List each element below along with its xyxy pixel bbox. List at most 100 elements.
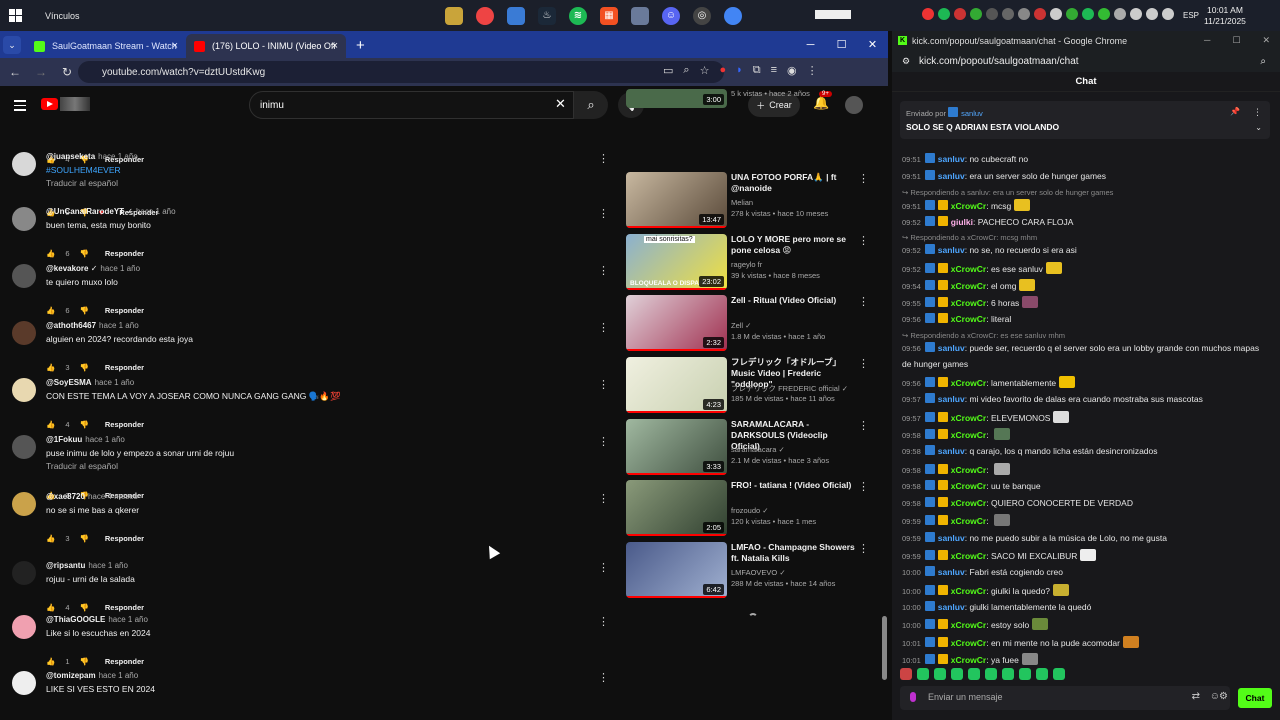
like-icon[interactable]: 👍 <box>46 657 55 666</box>
extensions-puzzle-icon[interactable]: ⧉ <box>753 64 761 77</box>
video-title[interactable]: LOLO Y MORE pero more se pone celosa 😡 <box>731 234 857 256</box>
spotify-tray-icon[interactable] <box>938 8 950 20</box>
chevron-down-icon[interactable]: ⌄ <box>1255 123 1262 132</box>
chat-username[interactable]: sanluv <box>938 533 965 543</box>
chat-username[interactable]: xCrowCr <box>951 638 986 648</box>
chat-emote[interactable] <box>1021 652 1038 665</box>
chat-emote[interactable] <box>1022 296 1039 309</box>
tray-icon[interactable] <box>1002 8 1014 20</box>
youtube-doodle-logo[interactable] <box>60 97 90 111</box>
clear-search-icon[interactable]: ✕ <box>555 96 566 112</box>
chat-username[interactable]: sanluv <box>938 245 965 255</box>
tray-icon[interactable] <box>986 8 998 20</box>
related-video[interactable]: 2:32 Zell - Ritual (Video Oficial) Zell ✓ 1… <box>626 295 869 353</box>
video-channel[interactable]: Zell ✓ <box>731 321 751 330</box>
dislike-icon[interactable]: 👎 <box>80 657 89 666</box>
dislike-icon[interactable]: 👎 <box>80 603 89 612</box>
extension-icon[interactable]: ● <box>719 64 726 77</box>
discord-icon[interactable]: ☺ <box>662 6 680 25</box>
video-channel[interactable]: LMFAOVEVO ✓ <box>731 568 786 577</box>
related-video[interactable]: 3:33 SARAMALACARA - DARKSOULS (Videoclip … <box>626 419 869 477</box>
reply-context[interactable]: ↪ Respondiendo a xCrowCr: es ese sanluv … <box>902 331 1065 340</box>
related-video[interactable]: 13:47 UNA FOTOO PORFA🙏 | ft @nanoide Melia… <box>626 172 869 230</box>
chat-username[interactable]: giulki <box>951 217 973 227</box>
video-title[interactable]: Zell - Ritual (Video Oficial) <box>731 295 857 306</box>
related-video[interactable]: mai sonrisitas? BLOQUEALA O DISPARO 23:02 L… <box>626 234 869 292</box>
commenter-avatar[interactable] <box>12 321 36 345</box>
video-channel[interactable]: saramalacara ✓ <box>731 445 785 454</box>
reload-icon[interactable]: ↻ <box>60 65 74 79</box>
commenter-avatar[interactable] <box>12 152 36 176</box>
chat-emote[interactable] <box>1080 549 1097 561</box>
maximize-icon[interactable]: ☐ <box>826 31 857 58</box>
like-icon[interactable]: 👍 <box>46 420 55 429</box>
app-icon-3[interactable]: ◎ <box>693 6 711 25</box>
video-menu-icon[interactable]: ⋮ <box>858 234 869 247</box>
close-tab-icon[interactable]: × <box>332 40 338 52</box>
video-title[interactable]: FRO! - tatiana ! (Video Oficial) <box>731 480 857 491</box>
chat-username[interactable]: xCrowCr <box>951 620 986 630</box>
comment-menu-icon[interactable]: ⋮ <box>598 492 609 505</box>
related-video[interactable]: 2:05 FRO! - tatiana ! (Video Oficial) froz… <box>626 480 869 538</box>
video-menu-icon[interactable]: ⋮ <box>858 357 869 370</box>
minimize-icon[interactable]: ─ <box>1204 35 1210 46</box>
like-icon[interactable]: 👍 <box>46 363 55 372</box>
chat-username[interactable]: xCrowCr <box>951 314 986 324</box>
video-channel[interactable]: rageylo fr <box>731 260 762 269</box>
tray-icon[interactable] <box>954 8 966 20</box>
commenter-avatar[interactable] <box>12 207 36 231</box>
chat-username[interactable]: xCrowCr <box>951 586 986 596</box>
chat-username[interactable]: xCrowCr <box>951 298 986 308</box>
video-menu-icon[interactable]: ⋮ <box>858 295 869 308</box>
video-channel[interactable]: frozoudo ✓ <box>731 506 769 515</box>
send-chat-button[interactable]: Chat <box>1238 688 1272 708</box>
commenter-avatar[interactable] <box>12 492 36 516</box>
forward-icon[interactable]: → <box>34 65 48 79</box>
chat-username[interactable]: sanluv <box>938 394 965 404</box>
comment-author[interactable]: @kevakore ✓ hace 1 año <box>46 264 140 273</box>
chat-username[interactable]: sanluv <box>938 602 965 612</box>
steam-icon[interactable]: ♨ <box>538 6 556 25</box>
reply-button[interactable]: Responder <box>105 603 144 612</box>
chat-emote[interactable] <box>1053 410 1070 423</box>
chat-emote[interactable] <box>1045 261 1062 274</box>
commenter-avatar[interactable] <box>12 671 36 695</box>
chat-username[interactable]: xCrowCr <box>951 413 986 423</box>
tray-icon[interactable] <box>970 8 982 20</box>
tray-icon[interactable] <box>922 8 934 20</box>
video-menu-icon[interactable]: ⋮ <box>858 419 869 432</box>
video-thumbnail[interactable]: 13:47 <box>626 172 727 228</box>
translate-icon[interactable]: ⇄ <box>1192 691 1200 702</box>
chat-input[interactable]: Enviar un mensaje ⇄ ☺ <box>900 686 1230 710</box>
chat-username[interactable]: xCrowCr <box>951 465 986 475</box>
comment-menu-icon[interactable]: ⋮ <box>598 378 609 391</box>
maximize-icon[interactable]: ☐ <box>1232 35 1240 46</box>
chat-username[interactable]: xCrowCr <box>951 481 986 491</box>
tray-icon[interactable] <box>1114 8 1126 20</box>
video-menu-icon[interactable]: ⋮ <box>858 480 869 493</box>
comment-menu-icon[interactable]: ⋮ <box>598 615 609 628</box>
related-video-partial[interactable]: 3:00 5 k vistas • hace 2 años <box>626 89 866 147</box>
tray-icon[interactable] <box>1130 8 1142 20</box>
search-button[interactable]: ⌕ <box>574 91 608 119</box>
comment-author[interactable]: @athoth6467 hace 1 año <box>46 321 139 330</box>
video-title[interactable]: UNA FOTOO PORFA🙏 | ft @nanoide <box>731 172 857 194</box>
video-thumbnail[interactable]: 2:32 <box>626 295 727 351</box>
chat-emote[interactable] <box>1032 618 1049 631</box>
more-options-icon[interactable]: ⋮ <box>1253 107 1262 118</box>
related-video[interactable]: 6:42 LMFAO - Champagne Showers ft. Natali… <box>626 542 869 600</box>
emote-icon[interactable] <box>1002 668 1014 680</box>
zoom-icon[interactable]: ⌕ <box>1260 56 1266 67</box>
video-menu-icon[interactable]: ⋮ <box>858 172 869 185</box>
store-icon[interactable]: ▦ <box>600 6 618 25</box>
youtube-logo-icon[interactable] <box>41 98 58 110</box>
extension-icon[interactable]: ◗ <box>736 64 743 77</box>
reply-button[interactable]: Responder <box>105 306 144 315</box>
tray-icon[interactable] <box>1034 8 1046 20</box>
reply-button[interactable]: Responder <box>105 363 144 372</box>
chat-username[interactable]: xCrowCr <box>951 281 986 291</box>
chat-username[interactable]: sanluv <box>938 171 965 181</box>
scrollbar-thumb[interactable] <box>882 616 887 680</box>
hamburger-menu-icon[interactable] <box>14 100 26 114</box>
emote-icon[interactable] <box>917 668 929 680</box>
